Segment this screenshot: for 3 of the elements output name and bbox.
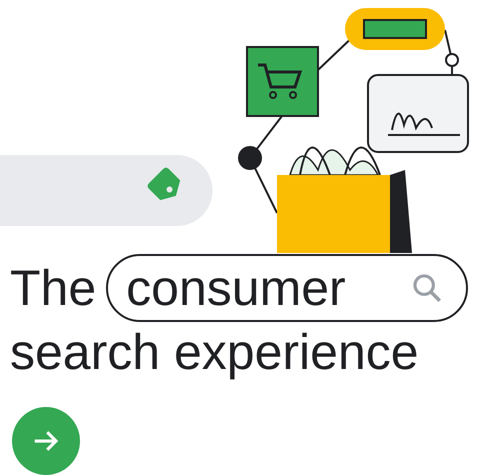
- headline-text: search experience: [9, 323, 420, 381]
- search-term-text: consumer: [126, 263, 346, 313]
- headline-text: The: [10, 263, 96, 313]
